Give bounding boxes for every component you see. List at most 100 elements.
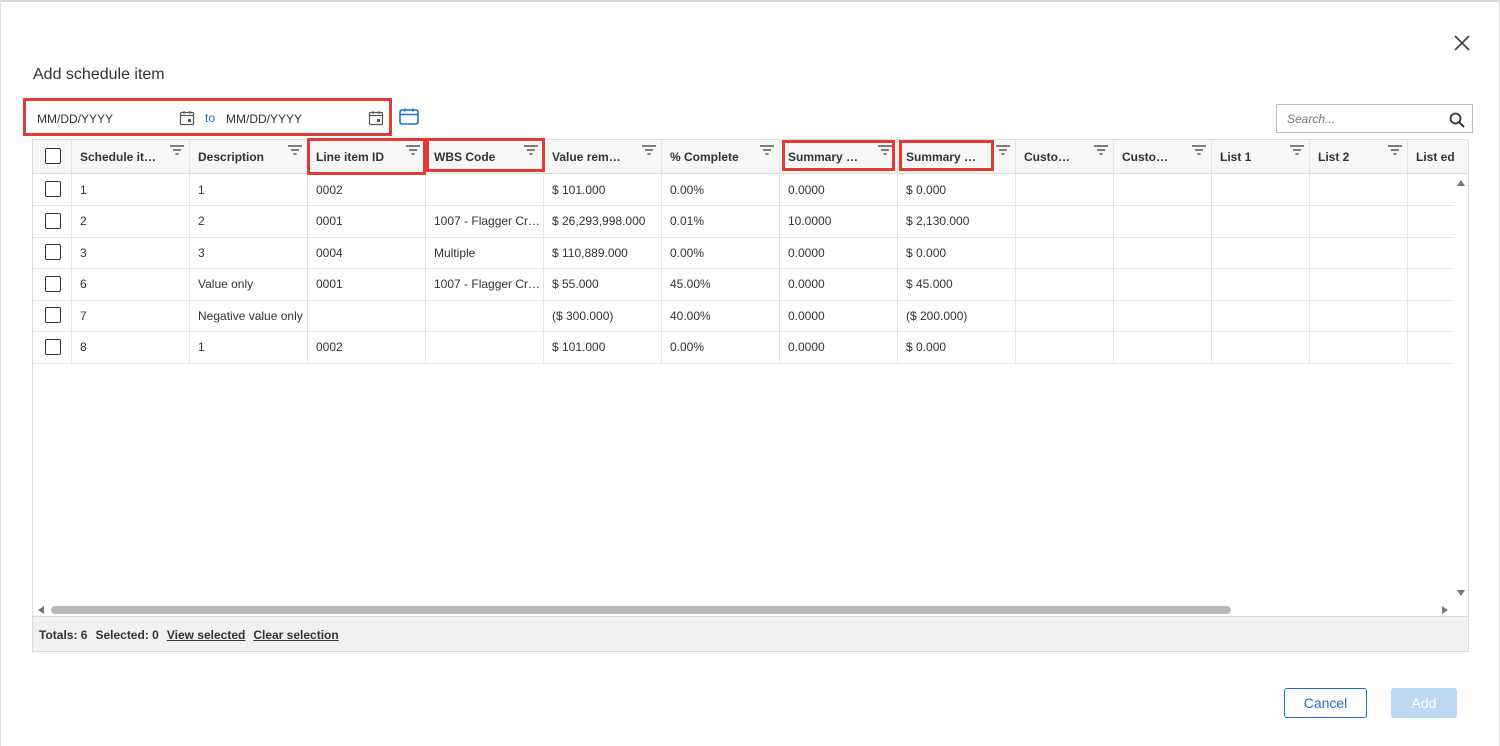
cell-value: 1007 - Flagger Cr… — [434, 277, 541, 291]
cell-summary-1: 0.0000 — [780, 331, 898, 363]
row-checkbox[interactable] — [45, 244, 61, 260]
cell-value: 1007 - Flagger Cr… — [434, 214, 541, 228]
column-header-summary-2[interactable]: Summary … — [898, 140, 1016, 173]
cancel-button[interactable]: Cancel — [1284, 688, 1367, 718]
cell-list-2 — [1310, 174, 1408, 205]
row-checkbox[interactable] — [45, 212, 61, 229]
cell-description: 1 — [190, 331, 308, 363]
cell-custom-2 — [1114, 205, 1212, 237]
cell-value: 3 — [80, 245, 87, 260]
row-checkbox[interactable] — [45, 275, 61, 292]
horizontal-scrollbar[interactable] — [33, 602, 1454, 616]
cell-value: ($ 200.000) — [906, 308, 968, 323]
column-header-label: Value rem… — [552, 149, 621, 164]
clear-selection-link[interactable]: Clear selection — [253, 628, 338, 642]
close-button[interactable] — [1451, 32, 1473, 54]
column-header-schedule-item[interactable]: Schedule it… — [72, 140, 190, 173]
table-row[interactable]: 2 2 0001 1007 - Flagger Cr… $ 26,293,998.000… — [33, 205, 1454, 238]
cell-summary-2: ($ 200.000) — [898, 300, 1016, 331]
row-checkbox[interactable] — [45, 181, 61, 197]
filter-icon[interactable] — [1290, 145, 1304, 157]
add-schedule-item-dialog: Add schedule item MM/DD/YYYY to MM/DD/YY… — [0, 0, 1500, 746]
cell-value: $ 2,130.000 — [906, 214, 970, 228]
cell-schedule-item: 1 — [72, 174, 190, 205]
cell-value: $ 45.000 — [906, 277, 953, 291]
column-header-custom-1[interactable]: Custo… — [1016, 140, 1114, 173]
from-date-field[interactable]: MM/DD/YYYY — [31, 106, 201, 131]
cell-summary-1: 0.0000 — [780, 268, 898, 300]
cell-custom-2 — [1114, 174, 1212, 205]
cell-value: $ 110,889.000 — [552, 245, 628, 260]
column-header-list-ed[interactable]: List ed — [1408, 140, 1468, 173]
cell-wbs-code — [426, 331, 544, 363]
column-header-custom-2[interactable]: Custo… — [1114, 140, 1212, 173]
column-header-label: Summary … — [788, 149, 859, 164]
cell-summary-2: $ 2,130.000 — [898, 205, 1016, 237]
filter-icon[interactable] — [524, 145, 538, 157]
scroll-left-arrow-icon[interactable] — [37, 605, 45, 615]
cell-list-2 — [1310, 205, 1408, 237]
table-row[interactable]: 3 3 0004 Multiple $ 110,889.000 0.00% 0.0000 $ … — [33, 237, 1454, 269]
cell-value: $ 101.000 — [552, 340, 606, 354]
column-header-list-2[interactable]: List 2 — [1310, 140, 1408, 173]
cell-schedule-item: 3 — [72, 237, 190, 268]
scroll-down-arrow-icon[interactable] — [1456, 588, 1466, 598]
scroll-up-arrow-icon[interactable] — [1456, 178, 1466, 188]
cell-wbs-code: 1007 - Flagger Cr… — [426, 268, 544, 300]
filter-icon[interactable] — [642, 145, 656, 157]
date-range-calendar-button[interactable] — [399, 108, 419, 126]
cell-percent-complete: 45.00% — [662, 268, 780, 300]
column-header-label: List ed — [1416, 149, 1455, 164]
cell-value: 0.0000 — [788, 245, 825, 260]
column-header-summary-1[interactable]: Summary … — [780, 140, 898, 173]
column-header-wbs-code[interactable]: WBS Code — [426, 140, 544, 173]
cell-value: 0.00% — [670, 340, 705, 354]
search-icon[interactable] — [1449, 112, 1465, 128]
table-row[interactable]: 7 Negative value only ($ 300.000) 40.00% 0.0… — [33, 300, 1454, 332]
cell-custom-2 — [1114, 300, 1212, 331]
filter-icon[interactable] — [760, 145, 774, 157]
calendar-icon[interactable] — [368, 110, 384, 126]
column-header-label: WBS Code — [434, 149, 496, 164]
row-checkbox[interactable] — [45, 307, 61, 323]
view-selected-link[interactable]: View selected — [167, 628, 246, 642]
row-checkbox[interactable] — [45, 338, 61, 355]
table-row[interactable]: 6 Value only 0001 1007 - Flagger Cr… $ 55.00… — [33, 268, 1454, 301]
add-button[interactable]: Add — [1391, 688, 1457, 718]
cell-summary-2: $ 0.000 — [898, 237, 1016, 268]
column-header-label: Custo… — [1122, 149, 1168, 164]
cell-custom-1 — [1016, 237, 1114, 268]
table-row[interactable]: 8 1 0002 $ 101.000 0.00% 0.0000 $ 0.000 — [33, 331, 1454, 364]
cell-line-item-id — [308, 300, 426, 331]
filter-icon[interactable] — [996, 145, 1010, 157]
column-header-list-1[interactable]: List 1 — [1212, 140, 1310, 173]
filter-icon[interactable] — [1388, 145, 1402, 157]
scroll-right-arrow-icon[interactable] — [1441, 605, 1449, 615]
filter-icon[interactable] — [170, 145, 184, 157]
filter-icon[interactable] — [1192, 145, 1206, 157]
cell-value: Negative value only — [198, 308, 303, 323]
table-row[interactable]: 1 1 0002 $ 101.000 0.00% 0.0000 $ 0.000 — [33, 174, 1454, 206]
row-select-cell — [33, 205, 72, 237]
cell-value: Multiple — [434, 245, 476, 260]
schedule-items-grid: Schedule it… Description Line item ID WBS C… — [32, 139, 1469, 652]
select-all-cell — [33, 140, 72, 173]
horizontal-scroll-thumb[interactable] — [51, 606, 1231, 614]
filter-icon[interactable] — [878, 145, 892, 157]
search-input[interactable] — [1285, 110, 1445, 128]
filter-icon[interactable] — [288, 145, 302, 157]
select-all-checkbox[interactable] — [45, 148, 61, 164]
filter-icon[interactable] — [406, 145, 420, 157]
column-header-description[interactable]: Description — [190, 140, 308, 173]
search-field[interactable] — [1276, 104, 1473, 133]
column-header-value-remaining[interactable]: Value rem… — [544, 140, 662, 173]
cell-wbs-code — [426, 300, 544, 331]
calendar-icon[interactable] — [179, 110, 195, 126]
to-date-field[interactable]: MM/DD/YYYY — [220, 106, 390, 131]
cell-line-item-id: 0004 — [308, 237, 426, 268]
column-header-line-item-id[interactable]: Line item ID — [308, 140, 426, 173]
cell-summary-1: 0.0000 — [780, 174, 898, 205]
filter-icon[interactable] — [1094, 145, 1108, 157]
column-header-percent-complete[interactable]: % Complete — [662, 140, 780, 173]
cell-list-ed — [1408, 332, 1468, 363]
